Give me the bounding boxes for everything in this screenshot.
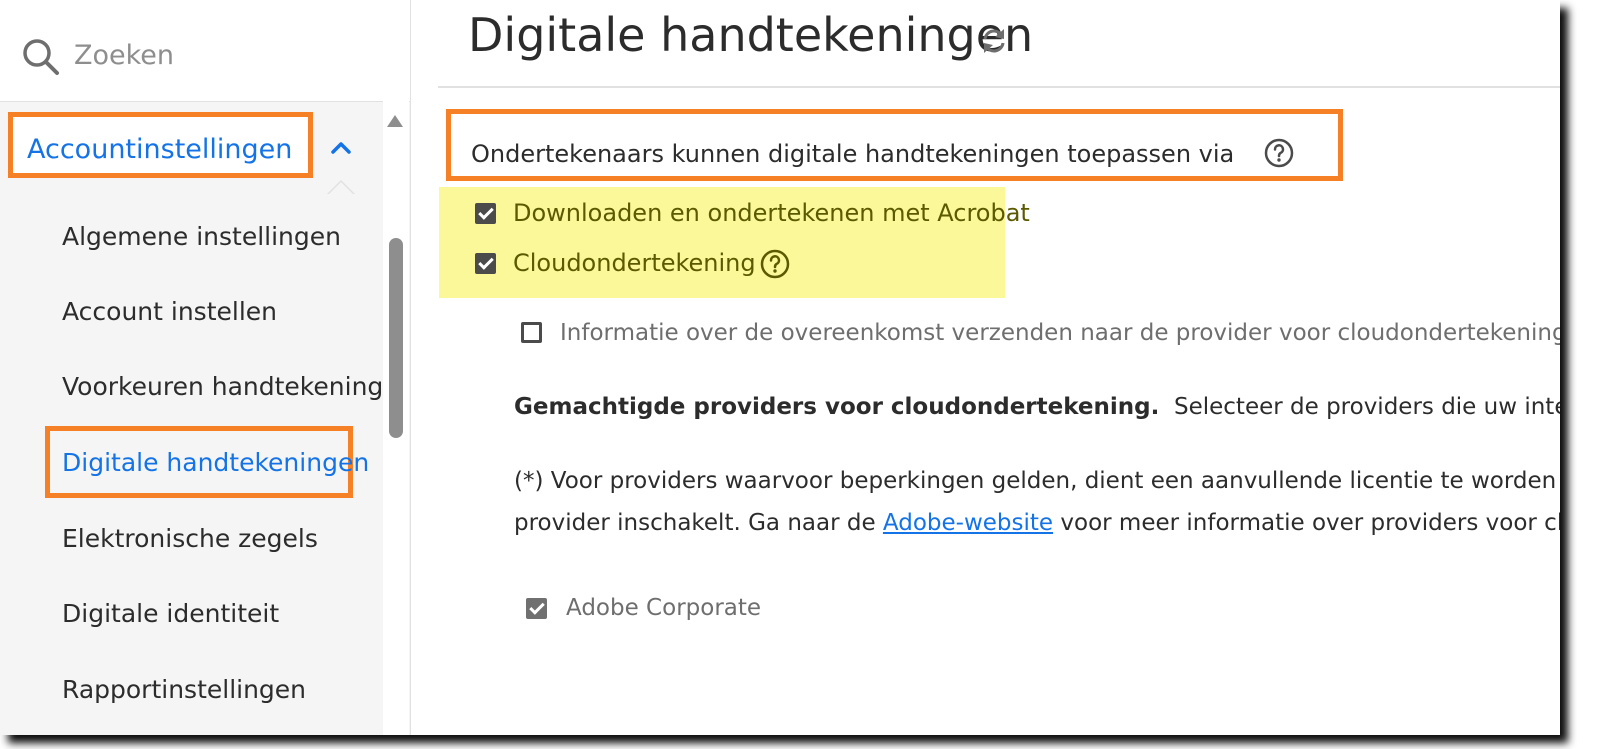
sidebar-item-digitale-identiteit[interactable]: Digitale identiteit — [62, 599, 279, 628]
main-content: Digitale handtekeningen Ondertekenaars k… — [438, 0, 1560, 735]
checkbox-send-agreement-info[interactable] — [521, 322, 542, 343]
refresh-icon[interactable] — [978, 25, 1010, 57]
sidebar-section-account-settings[interactable]: Accountinstellingen — [8, 112, 313, 178]
search-bar[interactable]: Zoeken — [0, 0, 410, 102]
note-text-before: provider inschakelt. Ga naar de — [514, 510, 883, 536]
sidebar-item-algemene-instellingen[interactable]: Algemene instellingen — [62, 222, 341, 251]
help-icon[interactable] — [1264, 138, 1294, 168]
checkbox-download-acrobat[interactable] — [475, 203, 496, 224]
title-divider — [438, 86, 1560, 88]
option-label-send-agreement-info[interactable]: Informatie over de overeenkomst verzende… — [560, 320, 1560, 346]
option-label-cloud-signing[interactable]: Cloudondertekening — [513, 249, 756, 277]
app-window: Zoeken Accountinstellingen Algemene inst… — [0, 0, 1560, 735]
sidebar-item-rapportinstellingen[interactable]: Rapportinstellingen — [62, 675, 306, 704]
sidebar-item-digitale-handtekeningen[interactable]: Digitale handtekeningen — [62, 448, 369, 477]
sidebar-item-elektronische-zegels[interactable]: Elektronische zegels — [62, 524, 318, 553]
note-line-1: (*) Voor providers waarvoor beperkingen … — [514, 468, 1560, 494]
providers-heading: Gemachtigde providers voor cloudondertek… — [514, 394, 1160, 420]
search-input[interactable]: Zoeken — [74, 40, 174, 71]
adobe-website-link[interactable]: Adobe-website — [883, 510, 1053, 536]
scroll-up-arrow-icon[interactable] — [387, 115, 403, 127]
providers-description: Gemachtigde providers voor cloudondertek… — [514, 394, 1560, 420]
scrollbar-thumb[interactable] — [389, 238, 403, 438]
sidebar-item-voorkeuren-handtekening[interactable]: Voorkeuren handtekening — [62, 372, 383, 401]
provider-label-adobe-corporate[interactable]: Adobe Corporate — [566, 595, 761, 621]
sidebar-section-label: Accountinstellingen — [27, 134, 293, 165]
page-title: Digitale handtekeningen — [468, 8, 1034, 62]
option-label-download-acrobat[interactable]: Downloaden en ondertekenen met Acrobat — [513, 199, 1030, 227]
search-icon — [23, 39, 59, 75]
section-header-box: Ondertekenaars kunnen digitale handteken… — [446, 109, 1343, 181]
sidebar: Zoeken Accountinstellingen Algemene inst… — [0, 0, 411, 735]
checkbox-provider-adobe-corporate[interactable] — [526, 598, 547, 619]
providers-desc: Selecteer de providers die uw interne c — [1173, 394, 1560, 420]
checkbox-cloud-signing[interactable] — [475, 253, 496, 274]
section-label: Ondertekenaars kunnen digitale handteken… — [471, 140, 1235, 168]
sidebar-item-account-instellen[interactable]: Account instellen — [62, 297, 277, 326]
help-icon[interactable] — [760, 249, 790, 279]
chevron-up-icon[interactable] — [330, 137, 352, 159]
submenu-pointer-fill — [328, 182, 354, 195]
note-text-after: voor meer informatie over providers voor… — [1053, 510, 1560, 536]
note-line-2: provider inschakelt. Ga naar de Adobe-we… — [514, 510, 1560, 536]
